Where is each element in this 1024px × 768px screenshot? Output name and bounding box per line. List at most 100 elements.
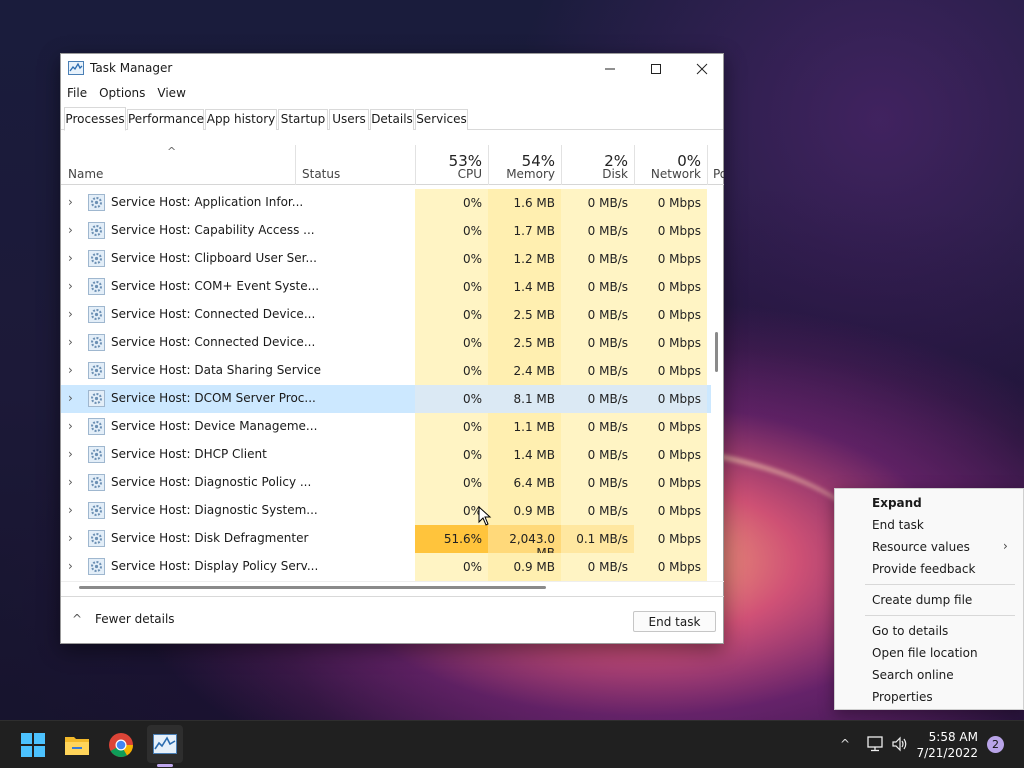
show-hidden-icons-icon[interactable]: ^ (840, 737, 850, 751)
menu-options[interactable]: Options (93, 84, 151, 104)
volume-icon[interactable] (891, 736, 909, 752)
menu-item-search-online[interactable]: Search online (872, 668, 954, 682)
process-name: Service Host: Diagnostic System... (111, 503, 318, 517)
cell-network: 0 Mbps (634, 245, 707, 273)
end-task-button[interactable]: End task (633, 611, 716, 632)
chevron-right-icon[interactable]: › (68, 223, 73, 237)
column-name[interactable]: Name (61, 145, 295, 185)
chevron-right-icon[interactable]: › (68, 475, 73, 489)
title-bar[interactable]: Task Manager (61, 54, 723, 84)
column-disk[interactable]: 2% Disk (561, 145, 634, 185)
gear-icon (88, 530, 105, 547)
context-menu: Expand End task Resource values › Provid… (834, 488, 1024, 710)
menu-item-create-dump-file[interactable]: Create dump file (872, 593, 972, 607)
chevron-right-icon[interactable]: › (68, 419, 73, 433)
chevron-right-icon[interactable]: › (68, 503, 73, 517)
chevron-right-icon[interactable]: › (68, 363, 73, 377)
network-icon[interactable] (866, 736, 884, 752)
chevron-right-icon[interactable]: › (68, 391, 73, 405)
menu-view[interactable]: View (151, 84, 191, 104)
table-row[interactable]: › Service Host: Clipboard User Ser... 0% 1.… (61, 245, 711, 273)
process-name: Service Host: Data Sharing Service (111, 363, 322, 377)
minimize-button[interactable] (587, 54, 633, 84)
chevron-right-icon[interactable]: › (68, 531, 73, 545)
tab-processes[interactable]: Processes (64, 107, 126, 131)
table-row[interactable]: › Service Host: Display Policy Serv... 0% 0… (61, 553, 711, 581)
tab-services[interactable]: Services (415, 109, 468, 130)
process-name: Service Host: Display Policy Serv... (111, 559, 319, 573)
menu-item-properties[interactable]: Properties (872, 690, 933, 704)
chevron-right-icon[interactable]: › (68, 251, 73, 265)
tab-users[interactable]: Users (329, 109, 369, 130)
cell-memory: 2.4 MB (488, 357, 561, 385)
chevron-up-icon[interactable]: ^ (72, 612, 82, 626)
maximize-button[interactable] (633, 54, 679, 84)
vertical-scrollbar-thumb[interactable] (715, 332, 718, 372)
cell-memory: 0.9 MB (488, 553, 561, 581)
table-row[interactable]: › Service Host: Connected Device... 0% 2.5 … (61, 301, 711, 329)
cell-memory: 1.4 MB (488, 273, 561, 301)
chevron-right-icon[interactable]: › (68, 279, 73, 293)
windows-start-icon[interactable] (19, 731, 47, 759)
menu-file[interactable]: File (61, 84, 93, 104)
table-row[interactable]: › Service Host: Device Manageme... 0% 1.1 M… (61, 413, 711, 441)
chevron-right-icon[interactable]: › (68, 447, 73, 461)
clock-date[interactable]: 7/21/2022 (908, 746, 978, 760)
table-row[interactable]: › Service Host: DHCP Client 0% 1.4 MB 0 MB/s… (61, 441, 711, 469)
cell-cpu: 0% (415, 553, 488, 581)
process-name: Service Host: COM+ Event Syste... (111, 279, 320, 293)
process-name: Service Host: Diagnostic Policy ... (111, 475, 312, 489)
chevron-right-icon[interactable]: › (68, 335, 73, 349)
cell-network: 0 Mbps (634, 301, 707, 329)
cell-disk: 0 MB/s (561, 497, 634, 525)
column-memory[interactable]: 54% Memory (488, 145, 561, 185)
chrome-icon[interactable] (107, 731, 135, 759)
table-row[interactable]: › Service Host: Diagnostic System... 0% 0.9… (61, 497, 711, 525)
notification-badge[interactable]: 2 (987, 736, 1004, 753)
table-row[interactable]: › Service Host: Capability Access ... 0% 1.… (61, 217, 711, 245)
taskbar-task-manager-button[interactable] (147, 725, 183, 763)
column-power[interactable]: Po (708, 145, 724, 185)
table-row[interactable]: › Service Host: COM+ Event Syste... 0% 1.4 … (61, 273, 711, 301)
cell-network: 0 Mbps (634, 525, 707, 553)
menu-item-open-file-location[interactable]: Open file location (872, 646, 978, 660)
column-network-label: Network (650, 167, 701, 181)
column-power-label: Po (713, 167, 724, 181)
table-row[interactable]: › Service Host: Disk Defragmenter 51.6% 2,0… (61, 525, 711, 560)
menu-item-resource-values[interactable]: Resource values (872, 540, 970, 554)
chevron-right-icon[interactable]: › (68, 195, 73, 209)
tab-performance[interactable]: Performance (127, 109, 204, 130)
clock-time[interactable]: 5:58 AM (908, 730, 978, 744)
cell-memory: 1.2 MB (488, 245, 561, 273)
chevron-right-icon[interactable]: › (68, 307, 73, 321)
menu-item-provide-feedback[interactable]: Provide feedback (872, 562, 975, 576)
file-explorer-icon[interactable] (63, 731, 91, 759)
tab-startup[interactable]: Startup (278, 109, 328, 130)
tab-app-history[interactable]: App history (205, 109, 277, 130)
chevron-right-icon[interactable]: › (68, 559, 73, 573)
column-cpu[interactable]: 53% CPU (415, 145, 488, 185)
close-button[interactable] (679, 54, 725, 84)
table-row[interactable]: › Service Host: Connected Device... 0% 2.5 … (61, 329, 711, 357)
cell-network: 0 Mbps (634, 217, 707, 245)
horizontal-scrollbar-thumb[interactable] (79, 586, 546, 589)
gear-icon (88, 558, 105, 575)
menu-item-expand[interactable]: Expand (872, 496, 922, 510)
table-row[interactable]: › Service Host: DCOM Server Proc... 0% 8.1 … (61, 385, 711, 413)
cell-cpu: 0% (415, 413, 488, 441)
table-row[interactable]: › Service Host: Application Infor... 0% 1.6… (61, 189, 711, 217)
column-status[interactable]: Status (296, 145, 415, 185)
menu-item-end-task[interactable]: End task (872, 518, 924, 532)
cell-memory: 8.1 MB (488, 385, 561, 413)
process-name: Service Host: Capability Access ... (111, 223, 315, 237)
table-row[interactable]: › Service Host: Data Sharing Service 0% 2.4… (61, 357, 711, 385)
fewer-details-link[interactable]: Fewer details (95, 612, 175, 626)
column-network[interactable]: 0% Network (634, 145, 707, 185)
gear-icon (88, 362, 105, 379)
cell-disk: 0 MB/s (561, 217, 634, 245)
cell-network: 0 Mbps (634, 497, 707, 525)
gear-icon (88, 194, 105, 211)
table-row[interactable]: › Service Host: Diagnostic Policy ... 0% 6.… (61, 469, 711, 497)
tab-details[interactable]: Details (370, 109, 414, 130)
menu-item-go-to-details[interactable]: Go to details (872, 624, 948, 638)
